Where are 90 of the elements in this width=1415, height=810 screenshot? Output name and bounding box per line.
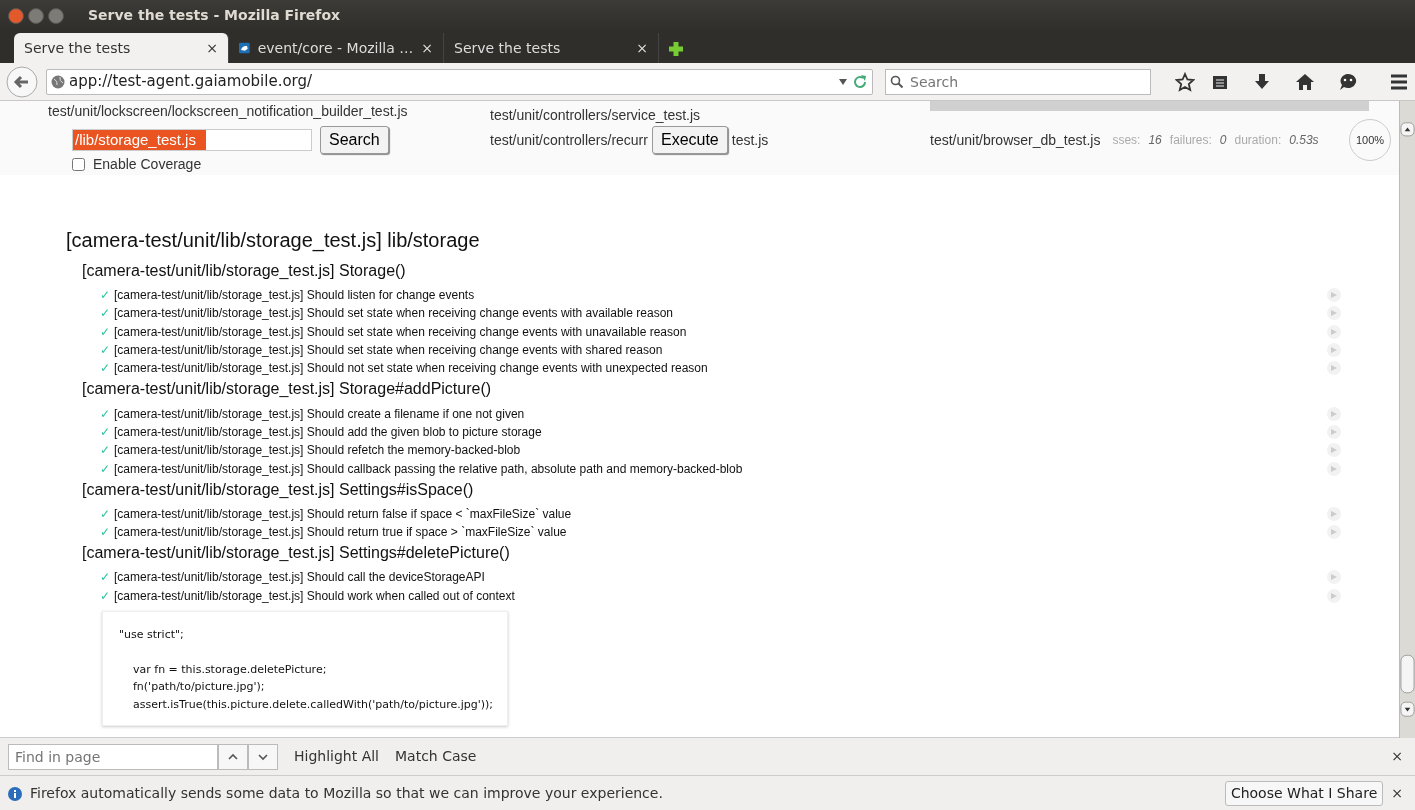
play-icon[interactable]: [1327, 570, 1341, 585]
play-icon[interactable]: [1327, 506, 1341, 521]
test-title[interactable]: [camera-test/unit/lib/storage_test.js] Should call the deviceStorageAPI: [114, 568, 1327, 587]
chat-icon[interactable]: [1339, 72, 1357, 91]
site-icon: [239, 40, 250, 56]
file-link[interactable]: test/unit/lockscreen/lockscreen_notification_builder_test.js: [48, 101, 490, 122]
check-mark: ✓: [100, 287, 111, 305]
minimize-icon[interactable]: [28, 7, 44, 24]
play-icon[interactable]: [1327, 443, 1341, 458]
suite-title: [camera-test/unit/lib/storage_test.js] lib/storage: [66, 228, 481, 254]
close-icon[interactable]: ×: [1391, 782, 1403, 804]
check-mark: ✓: [100, 405, 111, 423]
maximize-icon[interactable]: [48, 7, 64, 24]
suite-title: [camera-test/unit/lib/storage_test.js] Settings#isSpace(): [82, 479, 475, 500]
search-field[interactable]: Search: [885, 68, 1151, 95]
coverage-checkbox[interactable]: [72, 158, 85, 171]
check-mark: ✓: [100, 442, 111, 460]
test-title[interactable]: [camera-test/unit/lib/storage_test.js] Should not set state when receiving change events with unexpected reason: [114, 359, 1327, 378]
check-mark: ✓: [100, 360, 111, 378]
play-icon[interactable]: [1327, 306, 1341, 321]
check-mark: ✓: [100, 423, 111, 441]
file-link[interactable]: test/unit/controllers/service_test.js: [490, 105, 930, 126]
test-title[interactable]: [camera-test/unit/lib/storage_test.js] Should return true if space > `maxFileSize` value: [114, 523, 1327, 542]
check-mark: ✓: [100, 587, 111, 605]
stat-label: failures:: [1169, 132, 1212, 149]
execute-button[interactable]: Execute: [651, 126, 728, 154]
dropdown-icon[interactable]: [838, 77, 848, 86]
test-title[interactable]: [camera-test/unit/lib/storage_test.js] Should listen for change events: [114, 286, 1327, 305]
suite-title: [camera-test/unit/lib/storage_test.js] Storage(): [82, 261, 407, 281]
down-icon[interactable]: [248, 743, 278, 770]
file-link[interactable]: test/unit/browser_db_test.js: [930, 129, 1101, 151]
test-title[interactable]: [camera-test/unit/lib/storage_test.js] Should work when called out of context: [114, 586, 1327, 605]
play-icon[interactable]: [1327, 588, 1341, 603]
test-title[interactable]: [camera-test/unit/lib/storage_test.js] Should set state when receiving change events with shared reason: [114, 341, 1327, 360]
test-title[interactable]: [camera-test/unit/lib/storage_test.js] Should create a filename if one not given: [114, 404, 1327, 423]
share-button[interactable]: Choose What I Share: [1224, 780, 1384, 806]
play-icon[interactable]: [1327, 424, 1341, 439]
menu-icon[interactable]: [1389, 72, 1409, 91]
suite-title: [camera-test/unit/lib/storage_test.js] Settings#deletePicture(): [82, 543, 511, 564]
search-button[interactable]: Search: [320, 126, 389, 154]
home-icon[interactable]: [1295, 72, 1315, 91]
stat-value: 0: [1219, 132, 1227, 149]
stat-value: 16: [1148, 132, 1162, 149]
play-icon[interactable]: [1327, 406, 1341, 421]
file-link[interactable]: test.js: [731, 129, 769, 151]
window-title: Serve the tests - Mozilla Firefox: [88, 6, 341, 25]
scrollbar-drawing[interactable]: [1399, 101, 1415, 738]
file-link[interactable]: test/unit/controllers/recurr: [490, 129, 648, 151]
play-icon[interactable]: [1327, 361, 1341, 376]
back-icon[interactable]: [6, 65, 38, 98]
check-mark: ✓: [100, 342, 111, 360]
browser-tab[interactable]: Serve the tests ×: [14, 33, 229, 63]
check-mark: ✓: [100, 460, 111, 478]
suite-title: [camera-test/unit/lib/storage_test.js] Storage#addPicture(): [82, 379, 493, 400]
close-icon[interactable]: ×: [1391, 746, 1403, 767]
play-icon[interactable]: [1327, 525, 1341, 540]
address-bar[interactable]: app://test-agent.gaiamobile.org/: [46, 68, 873, 95]
test-title[interactable]: [camera-test/unit/lib/storage_test.js] Should add the given blob to picture storage: [114, 422, 1327, 441]
up-icon[interactable]: [218, 743, 248, 770]
checkbox-label: Enable Coverage: [93, 155, 202, 174]
test-title[interactable]: [camera-test/unit/lib/storage_test.js] Should callback passing the relative path, absolute path and memory-backed-blob: [114, 459, 1327, 478]
stat-label: duration:: [1234, 132, 1282, 149]
test-title[interactable]: [camera-test/unit/lib/storage_test.js] Should set state when receiving change events with unavailable reason: [114, 322, 1327, 341]
globe-icon: [51, 74, 65, 89]
close-tab-icon[interactable]: ×: [636, 37, 648, 59]
close-tab-icon[interactable]: ×: [421, 37, 433, 59]
check-mark: ✓: [100, 569, 111, 587]
notification-text: Firefox automatically sends some data to Mozilla so that we can improve your experience.: [30, 783, 664, 803]
check-mark: ✓: [100, 323, 111, 341]
play-icon[interactable]: [1327, 288, 1341, 303]
find-field[interactable]: Find in page: [8, 743, 218, 770]
play-icon[interactable]: [1327, 324, 1341, 339]
test-title[interactable]: [camera-test/unit/lib/storage_test.js] Should return false if space < `maxFileSize` value: [114, 504, 1327, 523]
check-mark: ✓: [100, 524, 111, 542]
play-icon[interactable]: [1327, 343, 1341, 358]
play-icon[interactable]: [1327, 461, 1341, 476]
search-field[interactable]: /lib/storage_test.js: [72, 129, 312, 151]
find-option[interactable]: Highlight All: [294, 746, 379, 767]
close-tab-icon[interactable]: ×: [206, 37, 218, 59]
stat-value: 0.53s: [1289, 132, 1319, 149]
close-icon[interactable]: [8, 7, 24, 24]
test-title[interactable]: [camera-test/unit/lib/storage_test.js] Should refetch the memory-backed-blob: [114, 441, 1327, 460]
stat-label: sses:: [1112, 132, 1141, 149]
star-icon[interactable]: [1175, 71, 1195, 92]
code-block: "use strict"; var fn = this.storage.deletePicture; fn('path/to/picture.jpg'); assert.isTrue(this.picture.delete.calledWith('path/to/picture.jpg'));: [102, 610, 508, 727]
check-mark: ✓: [100, 305, 111, 323]
test-title[interactable]: [camera-test/unit/lib/storage_test.js] Should set state when receiving change events with available reason: [114, 304, 1327, 323]
check-mark: ✓: [100, 505, 111, 523]
find-option[interactable]: Match Case: [395, 746, 477, 767]
download-icon[interactable]: [1253, 72, 1271, 91]
